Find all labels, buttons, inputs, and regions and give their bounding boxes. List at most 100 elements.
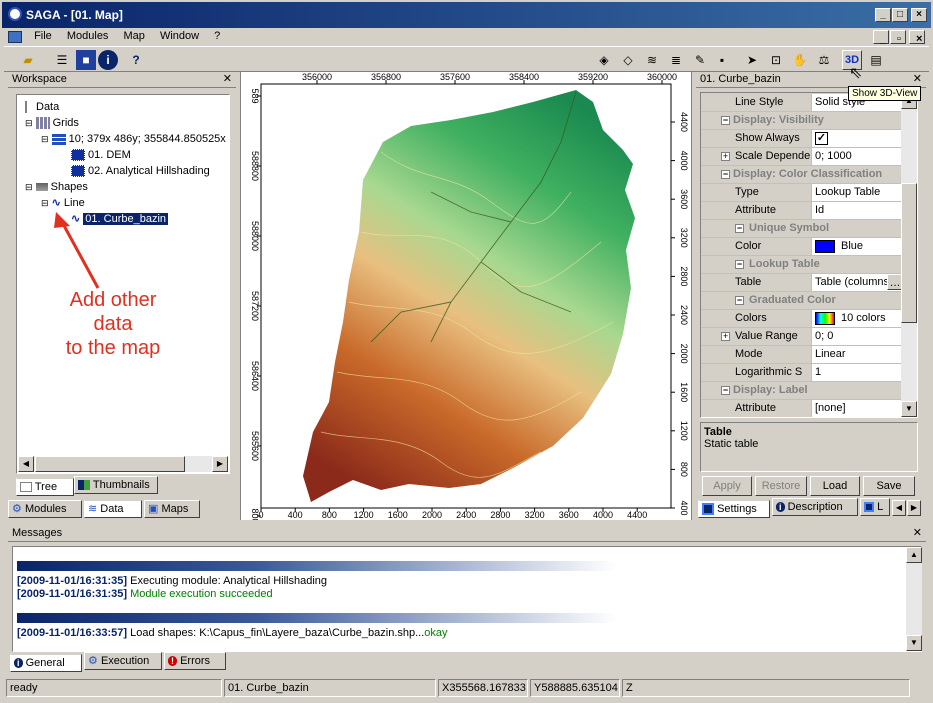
scroll-up-icon[interactable]: ▲ [906, 547, 922, 563]
info-icon[interactable]: i [98, 50, 118, 70]
layers-add-icon[interactable]: ≣ [666, 50, 686, 70]
map-window-icon[interactable]: ■ [76, 50, 96, 70]
property-value[interactable]: [none] [811, 400, 903, 417]
property-value[interactable]: 1 [811, 364, 903, 381]
zoom-tool-icon[interactable]: ⊡ [766, 50, 786, 70]
child-minimize-button[interactable]: _ [873, 30, 889, 45]
tab-data[interactable]: ≋ Data [84, 500, 142, 518]
tab-scroll-right-icon[interactable]: ▶ [907, 500, 921, 516]
horizontal-scrollbar[interactable]: ◀ ▶ [18, 456, 228, 472]
tooltip: Show 3D-View [848, 86, 922, 101]
tab-description[interactable]: i Description [772, 498, 858, 516]
property-value[interactable]: ✓ [811, 130, 903, 147]
collapse-icon[interactable]: − [735, 260, 744, 269]
open-icon[interactable]: ▰ [18, 50, 38, 70]
menu-window[interactable]: Window [154, 28, 205, 44]
property-value[interactable]: Blue [811, 238, 903, 255]
tab-scroll-left-icon[interactable]: ◀ [892, 500, 906, 516]
workspace-close-icon[interactable]: ✕ [223, 72, 232, 87]
messages-title: Messages [12, 527, 63, 539]
map-view[interactable]: 356000 356800 357600 358400 359200 360000 0 40… [240, 72, 692, 524]
property-value-text: Lookup Table [815, 186, 881, 198]
tab-general[interactable]: i General [10, 654, 82, 672]
tree-node-hillshade[interactable]: 02. Analytical Hillshading [21, 163, 225, 179]
property-row[interactable]: Color Blue [701, 238, 903, 256]
tab-errors[interactable]: ! Errors [164, 652, 226, 670]
menu-map[interactable]: Map [118, 28, 151, 44]
tab-label: Thumbnails [92, 479, 150, 491]
collapse-icon[interactable]: − [721, 170, 730, 179]
tab-legend[interactable]: L [860, 498, 890, 516]
restore-button[interactable]: Restore [755, 476, 807, 496]
tree-node-line[interactable]: ⊟ ∿ Line [21, 195, 225, 211]
property-row[interactable]: Show Always ✓ [701, 130, 903, 148]
scroll-right-icon[interactable]: ▶ [212, 456, 228, 472]
property-row[interactable]: + Scale Depender 0; 1000 [701, 148, 903, 166]
property-row[interactable]: Mode Linear [701, 346, 903, 364]
tab-tree[interactable]: Tree [16, 478, 74, 496]
scroll-thumb[interactable] [901, 183, 917, 323]
tab-thumbnails[interactable]: Thumbnails [74, 476, 158, 494]
property-row[interactable]: Attribute Id [701, 202, 903, 220]
edit-icon[interactable]: ✎ [690, 50, 710, 70]
zoom-full-icon[interactable]: ◈ [594, 50, 614, 70]
messages-close-icon[interactable]: ✕ [913, 526, 922, 541]
save-button[interactable]: Save [863, 476, 915, 496]
scroll-down-icon[interactable]: ▼ [906, 635, 922, 651]
property-value[interactable]: Linear [811, 346, 903, 363]
scroll-left-icon[interactable]: ◀ [18, 456, 34, 472]
menu-file[interactable]: File [28, 28, 58, 44]
tree-node-data[interactable]: Data [21, 99, 225, 115]
menu-help[interactable]: ? [208, 28, 226, 44]
tab-modules[interactable]: ⚙ Modules [8, 500, 82, 518]
stop-icon[interactable]: ▪ [712, 50, 732, 70]
tree-node-shapes[interactable]: ⊟ Shapes [21, 179, 225, 195]
apply-button[interactable]: Apply [702, 476, 752, 496]
collapse-icon[interactable]: − [721, 116, 730, 125]
collapse-icon[interactable]: − [735, 296, 744, 305]
property-value[interactable]: Lookup Table [811, 184, 903, 201]
property-value[interactable]: Table (columns… [811, 274, 903, 291]
property-value[interactable]: Id [811, 202, 903, 219]
property-value[interactable]: 0; 1000 [811, 148, 903, 165]
tree-node-grid-system[interactable]: ⊟ 10; 379x 486y; 355844.850525x [21, 131, 226, 147]
menu-modules[interactable]: Modules [61, 28, 115, 44]
list-icon[interactable]: ☰ [52, 50, 72, 70]
title-bar[interactable]: SAGA - [01. Map] _ □ × [0, 0, 933, 28]
property-row[interactable]: + Value Range 0; 0 [701, 328, 903, 346]
layers-icon[interactable]: ≋ [642, 50, 662, 70]
tab-maps[interactable]: ▣ Maps [144, 500, 200, 518]
child-restore-button[interactable]: ▫ [890, 30, 906, 45]
expand-icon[interactable]: + [721, 152, 730, 161]
tab-execution[interactable]: ⚙ Execution [84, 652, 162, 670]
collapse-icon[interactable]: − [721, 386, 730, 395]
property-row[interactable]: Attribute [none] [701, 400, 903, 417]
load-button[interactable]: Load [810, 476, 860, 496]
minimize-button[interactable]: _ [875, 8, 891, 22]
properties-close-icon[interactable]: ✕ [913, 72, 922, 87]
measure-icon[interactable]: ⚖ [814, 50, 834, 70]
scroll-down-icon[interactable]: ▼ [901, 401, 917, 417]
property-value[interactable]: 0; 0 [811, 328, 903, 345]
scroll-thumb[interactable] [35, 456, 185, 472]
property-row[interactable]: Colors 10 colors [701, 310, 903, 328]
tree-node-grids[interactable]: ⊟ Grids [21, 115, 225, 131]
help-icon[interactable]: ? [126, 50, 146, 70]
property-scrollbar[interactable]: ▲ ▼ [901, 93, 917, 417]
expand-icon[interactable]: + [721, 332, 730, 341]
property-row[interactable]: Logarithmic S 1 [701, 364, 903, 382]
select-arrow-icon[interactable]: ➤ [742, 50, 762, 70]
close-button[interactable]: × [911, 8, 927, 22]
zoom-back-icon[interactable]: ◇ [618, 50, 638, 70]
message-scrollbar[interactable]: ▲ ▼ [906, 547, 922, 651]
maximize-button[interactable]: □ [892, 8, 908, 22]
collapse-icon[interactable]: − [735, 224, 744, 233]
property-row[interactable]: Type Lookup Table [701, 184, 903, 202]
layout-icon[interactable]: ▤ [866, 50, 886, 70]
tab-settings[interactable]: Settings [698, 500, 770, 518]
pan-hand-icon[interactable]: ✋ [790, 50, 810, 70]
property-value[interactable]: 10 colors [811, 310, 903, 327]
tree-node-dem[interactable]: 01. DEM [21, 147, 225, 163]
property-row[interactable]: Table Table (columns… [701, 274, 903, 292]
child-close-button[interactable]: × [909, 30, 925, 45]
